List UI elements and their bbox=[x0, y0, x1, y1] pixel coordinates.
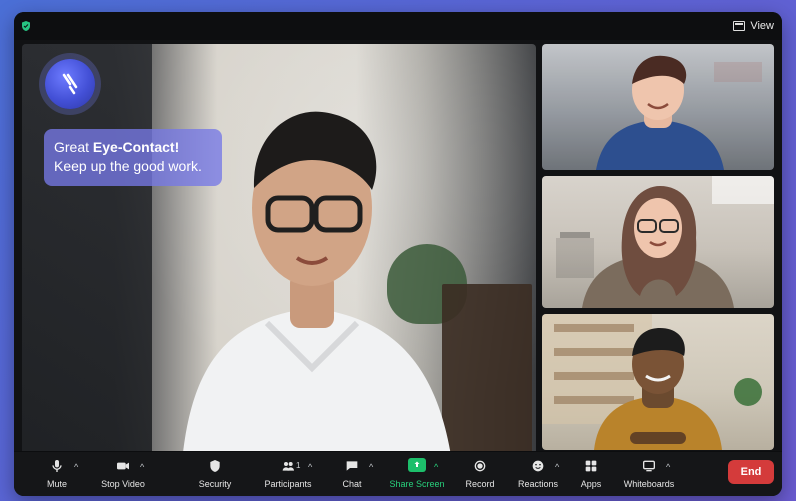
encryption-shield-icon[interactable] bbox=[20, 20, 32, 32]
bubble-line-1: Great Eye-Contact! bbox=[54, 138, 212, 157]
shield-icon bbox=[210, 460, 220, 472]
video-options-caret[interactable]: ^ bbox=[140, 462, 144, 472]
bubble-prefix: Great bbox=[54, 139, 93, 155]
microphone-icon bbox=[52, 460, 62, 472]
apps-label: Apps bbox=[580, 479, 602, 489]
record-label: Record bbox=[465, 479, 495, 489]
mute-options-caret[interactable]: ^ bbox=[74, 462, 78, 472]
participant-1-person bbox=[542, 44, 774, 170]
eye-contact-ai-logo[interactable] bbox=[45, 59, 95, 109]
participants-button[interactable]: 1 ^ Participants bbox=[260, 458, 316, 492]
reactions-icon bbox=[532, 460, 544, 472]
share-screen-icon bbox=[408, 458, 426, 472]
video-camera-icon bbox=[117, 462, 129, 470]
view-icon bbox=[733, 21, 746, 31]
reactions-button[interactable]: ^ Reactions bbox=[514, 458, 562, 492]
chat-label: Chat bbox=[342, 479, 362, 489]
participant-video-3[interactable] bbox=[542, 314, 774, 450]
view-button[interactable]: View bbox=[733, 18, 774, 34]
video-call-window: View Great Eye-Contact! Keep up the good… bbox=[14, 12, 782, 496]
participants-options-caret[interactable]: ^ bbox=[308, 462, 312, 472]
participants-count: 1 bbox=[296, 461, 301, 470]
participant-video-1[interactable] bbox=[542, 44, 774, 170]
whiteboards-options-caret[interactable]: ^ bbox=[666, 462, 670, 472]
reactions-options-caret[interactable]: ^ bbox=[555, 462, 559, 472]
eye-contact-feedback-bubble: Great Eye-Contact! Keep up the good work… bbox=[44, 129, 222, 186]
participant-2-person bbox=[556, 176, 774, 308]
title-bar: View bbox=[14, 12, 782, 40]
whiteboards-label: Whiteboards bbox=[623, 479, 675, 489]
meeting-toolbar: ^ Mute ^ Stop Video Security 1 ^ Partici… bbox=[14, 451, 782, 496]
record-icon bbox=[474, 460, 486, 472]
security-button[interactable]: Security bbox=[192, 458, 238, 492]
share-screen-label: Share Screen bbox=[389, 479, 445, 489]
chat-icon bbox=[346, 461, 358, 471]
background-left-column bbox=[22, 44, 152, 462]
chat-options-caret[interactable]: ^ bbox=[369, 462, 373, 472]
security-label: Security bbox=[198, 479, 232, 489]
mute-button[interactable]: ^ Mute bbox=[36, 458, 78, 492]
apps-button[interactable]: Apps bbox=[574, 458, 608, 492]
chat-button[interactable]: ^ Chat bbox=[334, 458, 373, 492]
whiteboards-button[interactable]: ^ Whiteboards bbox=[618, 458, 680, 492]
reactions-label: Reactions bbox=[517, 479, 559, 489]
bubble-bold: Eye-Contact! bbox=[92, 139, 180, 155]
wand-icon bbox=[62, 73, 78, 95]
record-button[interactable]: Record bbox=[460, 458, 500, 492]
participants-icon bbox=[282, 462, 294, 471]
stop-video-button[interactable]: ^ Stop Video bbox=[92, 458, 154, 492]
whiteboard-icon bbox=[643, 460, 655, 472]
main-speaker-video[interactable]: Great Eye-Contact! Keep up the good work… bbox=[22, 44, 536, 462]
mute-label: Mute bbox=[46, 479, 68, 489]
end-meeting-button[interactable]: End bbox=[728, 460, 774, 484]
bubble-line-2: Keep up the good work. bbox=[54, 158, 202, 174]
share-options-caret[interactable]: ^ bbox=[434, 462, 438, 472]
share-screen-button[interactable]: ^ Share Screen bbox=[388, 458, 446, 492]
apps-icon bbox=[585, 460, 597, 472]
participant-video-2[interactable] bbox=[542, 176, 774, 308]
participants-label: Participants bbox=[264, 479, 312, 489]
view-label: View bbox=[750, 20, 774, 32]
participant-3-person bbox=[542, 314, 762, 450]
stop-video-label: Stop Video bbox=[101, 479, 145, 489]
